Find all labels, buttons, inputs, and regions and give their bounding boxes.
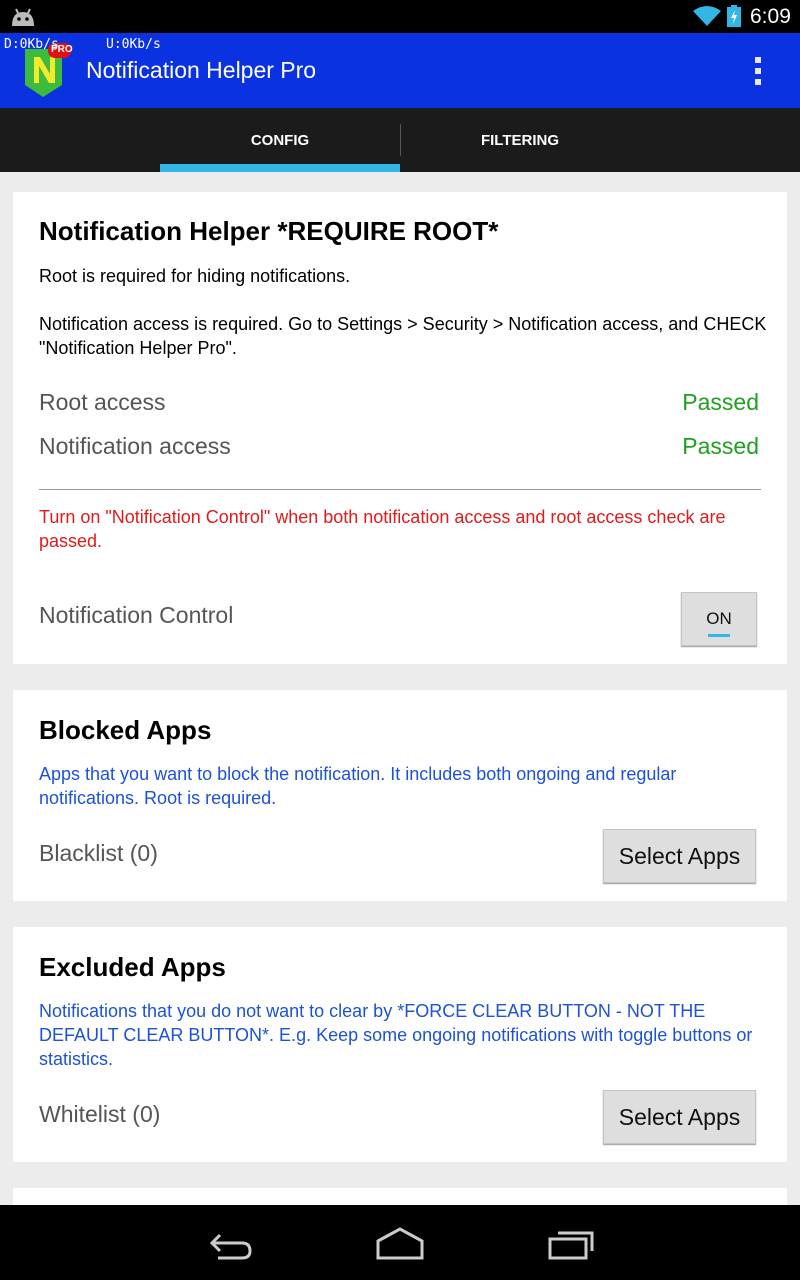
tab-bar: CONFIG FILTERING: [0, 108, 800, 172]
notification-control-toggle[interactable]: ON: [681, 592, 757, 646]
back-icon[interactable]: [204, 1227, 256, 1261]
overflow-menu-icon[interactable]: [740, 51, 776, 91]
root-access-label: Root access: [39, 389, 166, 415]
app-title: Notification Helper Pro: [86, 57, 317, 83]
whitelist-label: Whitelist (0): [39, 1101, 161, 1127]
card-title: Excluded Apps: [39, 952, 226, 982]
divider: [39, 489, 761, 490]
access-note: Notification access is required. Go to S…: [39, 314, 767, 358]
select-excluded-apps-button[interactable]: Select Apps: [603, 1090, 756, 1144]
android-icon: [12, 8, 34, 26]
root-note: Root is required for hiding notification…: [39, 266, 351, 286]
tab-config[interactable]: CONFIG: [160, 108, 400, 172]
net-download-speed: D:0Kb/s: [4, 37, 59, 52]
excluded-apps-description: Notifications that you do not want to cl…: [39, 1001, 753, 1069]
blocked-apps-card: Blocked Apps Apps that you want to block…: [13, 690, 787, 901]
net-upload-speed: U:0Kb/s: [106, 37, 161, 52]
wifi-icon: [693, 6, 721, 26]
warning-text: Turn on "Notification Control" when both…: [39, 507, 726, 551]
toggle-on-indicator: [708, 634, 730, 637]
toggle-label: ON: [706, 609, 732, 628]
card-title: Blocked Apps: [39, 715, 212, 745]
tab-selected-indicator: [160, 164, 400, 172]
notification-access-status: Passed: [682, 433, 759, 459]
blocked-apps-description: Apps that you want to block the notifica…: [39, 764, 677, 808]
status-bar: 6:09: [0, 0, 800, 33]
notification-control-label: Notification Control: [39, 602, 234, 628]
excluded-apps-card: Excluded Apps Notifications that you do …: [13, 927, 787, 1162]
card-title: Notification Helper *REQUIRE ROOT*: [39, 216, 499, 246]
notification-helper-card: Notification Helper *REQUIRE ROOT* Root …: [13, 192, 787, 664]
root-access-status: Passed: [682, 389, 759, 415]
tab-filtering[interactable]: FILTERING: [400, 108, 640, 172]
status-clock: 6:09: [750, 5, 791, 28]
navigation-bar: [0, 1205, 800, 1280]
home-icon[interactable]: [374, 1227, 426, 1261]
notification-access-label: Notification access: [39, 433, 231, 459]
recent-apps-icon[interactable]: [546, 1227, 598, 1261]
blacklist-label: Blacklist (0): [39, 840, 158, 866]
select-blocked-apps-button[interactable]: Select Apps: [603, 829, 756, 883]
battery-charging-icon: [727, 5, 741, 27]
